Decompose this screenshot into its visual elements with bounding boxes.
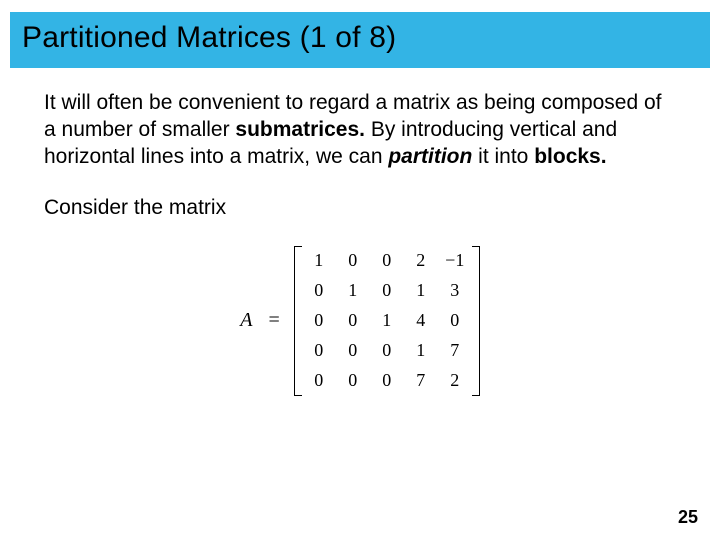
matrix-cell: 1 xyxy=(370,306,404,336)
matrix-cell: 1 xyxy=(404,276,438,306)
paragraph-2: Consider the matrix xyxy=(44,195,676,222)
matrix-row: 1 0 0 2 −1 xyxy=(302,246,472,276)
matrix-cell: 0 xyxy=(370,246,404,276)
matrix-cell: 1 xyxy=(404,336,438,366)
equals-sign: = xyxy=(264,308,283,334)
p1-seg-e: it into xyxy=(472,145,534,168)
matrix-cell: 1 xyxy=(336,276,370,306)
matrix-cell: 0 xyxy=(336,246,370,276)
matrix-cell: 0 xyxy=(370,276,404,306)
matrix-cell: 0 xyxy=(336,336,370,366)
matrix-cell: 0 xyxy=(302,366,336,396)
slide-title: Partitioned Matrices (1 of 8) xyxy=(22,21,396,55)
bracket-right xyxy=(472,246,480,396)
matrix-label: A xyxy=(240,308,254,334)
matrix-cell: 0 xyxy=(302,276,336,306)
p1-blocks: blocks. xyxy=(534,145,606,168)
matrix-row: 0 0 1 4 0 xyxy=(302,306,472,336)
matrix-row: 0 0 0 7 2 xyxy=(302,366,472,396)
paragraph-1: It will often be convenient to regard a … xyxy=(44,90,676,171)
matrix-cell: 0 xyxy=(370,366,404,396)
matrix-cell: 1 xyxy=(302,246,336,276)
body-text: It will often be convenient to regard a … xyxy=(0,68,720,396)
p1-partition: partition xyxy=(388,145,472,168)
matrix-cell: 7 xyxy=(404,366,438,396)
matrix-equation: A = 1 0 0 2 −1 0 1 0 1 xyxy=(44,246,676,396)
matrix-row: 0 1 0 1 3 xyxy=(302,276,472,306)
matrix-bracket: 1 0 0 2 −1 0 1 0 1 3 0 0 xyxy=(294,246,480,396)
matrix-cell: 2 xyxy=(404,246,438,276)
matrix-cell: 0 xyxy=(438,306,472,336)
matrix-cell: 3 xyxy=(438,276,472,306)
matrix-cell: −1 xyxy=(438,246,472,276)
matrix-cell: 4 xyxy=(404,306,438,336)
matrix-cell: 0 xyxy=(302,336,336,366)
matrix-cell: 0 xyxy=(370,336,404,366)
slide: Partitioned Matrices (1 of 8) It will of… xyxy=(0,0,720,540)
matrix-row: 0 0 0 1 7 xyxy=(302,336,472,366)
title-bar: Partitioned Matrices (1 of 8) xyxy=(10,12,710,68)
page-number: 25 xyxy=(678,507,698,528)
matrix-cell: 7 xyxy=(438,336,472,366)
bracket-left xyxy=(294,246,302,396)
matrix-cell: 0 xyxy=(336,306,370,336)
matrix-cell: 2 xyxy=(438,366,472,396)
p1-submatrices: submatrices. xyxy=(235,118,365,141)
matrix-cell: 0 xyxy=(336,366,370,396)
matrix-cell: 0 xyxy=(302,306,336,336)
matrix-table: 1 0 0 2 −1 0 1 0 1 3 0 0 xyxy=(302,246,472,396)
